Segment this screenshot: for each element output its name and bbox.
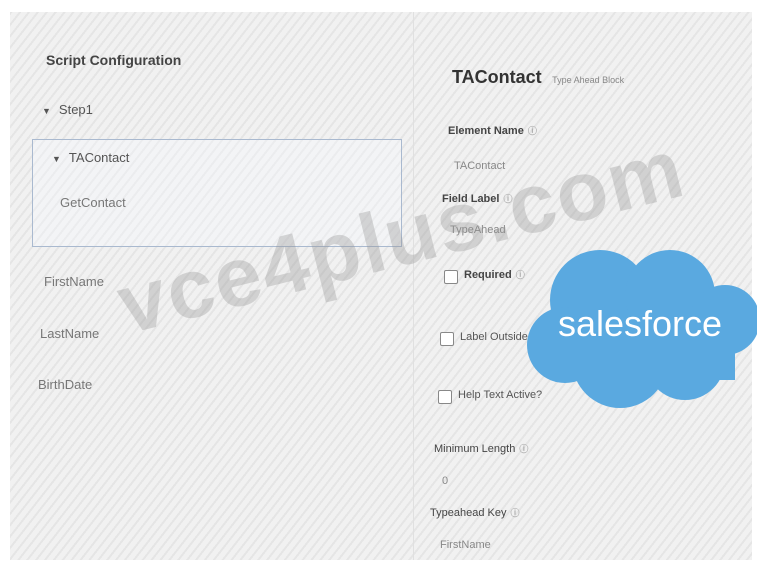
element-title: TAContact	[452, 67, 542, 87]
salesforce-logo-text: salesforce	[558, 303, 722, 344]
info-icon[interactable]: ⓘ	[528, 126, 537, 136]
block-child-getcontact[interactable]: GetContact	[60, 195, 126, 210]
typeahead-key-label-text: Typeahead Key	[430, 507, 507, 519]
typeahead-key-field[interactable]: FirstName	[440, 539, 491, 551]
panel-divider	[413, 12, 414, 560]
label-outside-checkbox[interactable]	[440, 332, 454, 346]
info-icon[interactable]: ⓘ	[510, 508, 519, 518]
minimum-length-label: Minimum Length ⓘ	[434, 442, 528, 455]
block-item-tacontact[interactable]: ▼ TAContact	[52, 150, 129, 165]
required-label: Required ⓘ	[464, 268, 525, 281]
typeahead-key-label: Typeahead Key ⓘ	[430, 506, 519, 519]
caret-down-icon: ▼	[42, 106, 51, 116]
minimum-length-field[interactable]: 0	[442, 475, 448, 487]
caret-down-icon: ▼	[52, 154, 61, 164]
element-name-label-text: Element Name	[448, 125, 524, 137]
step-item[interactable]: ▼ Step1	[42, 102, 93, 117]
required-label-text: Required	[464, 269, 512, 281]
script-configuration-heading: Script Configuration	[46, 52, 182, 68]
properties-header: TAContact Type Ahead Block	[452, 67, 624, 88]
help-text-active-checkbox[interactable]	[438, 390, 452, 404]
element-type: Type Ahead Block	[552, 75, 625, 85]
field-item-birthdate[interactable]: BirthDate	[38, 377, 92, 392]
minimum-length-label-text: Minimum Length	[434, 443, 516, 455]
field-item-lastname[interactable]: LastName	[40, 326, 99, 341]
salesforce-cloud-logo: salesforce	[527, 250, 757, 408]
field-item-firstname[interactable]: FirstName	[44, 274, 104, 289]
step-label: Step1	[58, 102, 93, 117]
info-icon[interactable]: ⓘ	[519, 444, 528, 454]
block-label: TAContact	[68, 150, 130, 165]
element-name-label: Element Name ⓘ	[448, 124, 537, 137]
